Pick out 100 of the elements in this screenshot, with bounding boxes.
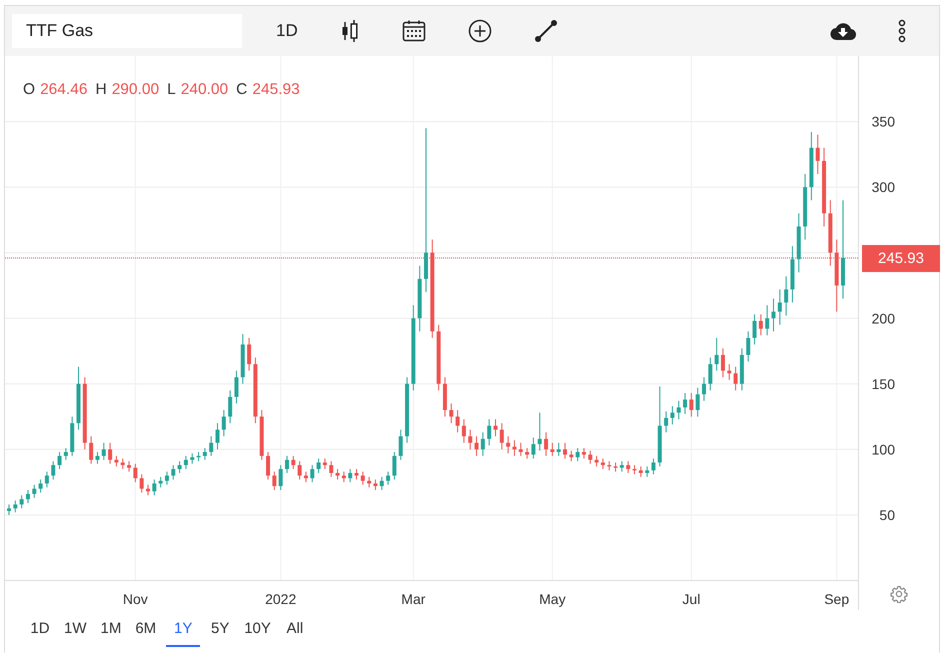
date-axis-label: Nov [122, 591, 148, 607]
candlestick [102, 442, 106, 460]
candlestick [266, 452, 270, 480]
candlestick [518, 442, 523, 456]
candlestick [380, 476, 384, 491]
candlestick [58, 452, 62, 470]
candlestick [171, 464, 176, 480]
candlestick [316, 458, 321, 474]
candlestick [202, 448, 207, 460]
candlestick [676, 400, 681, 420]
candlestick [563, 442, 567, 460]
candlestick [234, 370, 238, 404]
candlestick [582, 448, 586, 460]
candlestick [525, 448, 530, 460]
candlestick [95, 452, 100, 464]
candlestick [809, 132, 814, 201]
candlestick [342, 471, 346, 483]
line-tool-icon[interactable] [534, 19, 558, 43]
candlestick [304, 471, 308, 483]
date-axis-label: Jul [682, 591, 700, 607]
candlestick [720, 348, 725, 378]
ref-line-label: 245.93 [878, 250, 924, 268]
candlestick [594, 455, 599, 467]
candlestick [556, 442, 561, 456]
candlestick [538, 412, 542, 452]
candlestick [13, 500, 18, 513]
range-tab[interactable]: All [284, 611, 305, 647]
range-tab[interactable]: 6M [135, 611, 156, 647]
candlestick [714, 337, 719, 372]
candlestick [569, 450, 574, 462]
candlestick [638, 466, 643, 478]
candlestick [120, 458, 125, 470]
ohlc-value: 240.00 [180, 81, 228, 99]
candlestick [500, 422, 504, 450]
last-price-label: 245.93 [862, 245, 940, 272]
price-axis-label: 100 [872, 441, 895, 458]
candlestick [44, 471, 49, 488]
candlestick [683, 392, 688, 414]
candlestick [784, 276, 788, 316]
candlestick [38, 479, 43, 494]
candlestick [696, 387, 700, 418]
range-tab[interactable]: 1W [64, 611, 86, 647]
symbol-field[interactable]: TTF Gas [12, 14, 242, 48]
candlestick [127, 460, 132, 472]
candlestick [51, 460, 56, 480]
download-cloud-icon[interactable] [830, 21, 856, 41]
candlestick [702, 376, 706, 402]
candlestick [494, 418, 498, 437]
range-tab[interactable]: 1M [100, 611, 122, 647]
candlestick [531, 437, 536, 460]
price-axis-label: 50 [879, 506, 895, 523]
range-tab[interactable]: 10Y [244, 611, 271, 647]
candlestick [392, 452, 396, 480]
ohlc-value: 264.46 [40, 81, 88, 99]
more-options-icon[interactable] [898, 19, 906, 43]
candlestick [70, 416, 74, 456]
candlestick [727, 364, 732, 380]
candlestick [209, 436, 214, 456]
candlestick [247, 337, 252, 372]
candlestick [664, 410, 668, 433]
date-axis-label: Mar [401, 591, 426, 607]
settings-icon[interactable] [890, 585, 908, 603]
range-tab[interactable]: 5Y [210, 611, 230, 647]
candlestick [480, 432, 485, 456]
candlestick [576, 448, 580, 462]
candlestick [772, 298, 776, 332]
range-tab[interactable]: 1D [30, 611, 50, 647]
candlestick-icon[interactable] [340, 19, 360, 43]
candlestick [140, 474, 144, 494]
candlestick [670, 406, 674, 425]
price-axis-label: 200 [872, 310, 895, 326]
candlestick [133, 463, 138, 483]
interval-button[interactable]: 1D [276, 21, 298, 41]
date-axis-label: 2022 [265, 591, 296, 607]
candlestick [253, 357, 258, 424]
candlestick [462, 418, 466, 444]
candlestick [360, 471, 365, 486]
candlestick [386, 471, 390, 486]
ohlc-label: O [23, 81, 36, 99]
candlestick [651, 458, 656, 475]
range-tab[interactable]: 1Y [166, 611, 200, 647]
candlestick [620, 460, 624, 472]
candlestick [272, 471, 276, 491]
candlestick [765, 304, 770, 336]
candlestick [26, 490, 30, 504]
candlestick [816, 134, 820, 174]
candlestick [20, 494, 24, 509]
price-axis-label: 350 [872, 114, 895, 130]
candlestick [278, 464, 283, 491]
candlestick [373, 479, 378, 491]
candlestick [803, 174, 808, 240]
candlestick [790, 246, 794, 304]
candlestick [108, 442, 112, 464]
candlestick [240, 333, 245, 384]
candlestick [600, 458, 605, 470]
candlestick [158, 476, 163, 488]
add-circle-icon[interactable] [468, 19, 492, 43]
candlestick [758, 314, 763, 336]
candlestick [734, 366, 738, 391]
calendar-icon[interactable] [402, 20, 426, 42]
